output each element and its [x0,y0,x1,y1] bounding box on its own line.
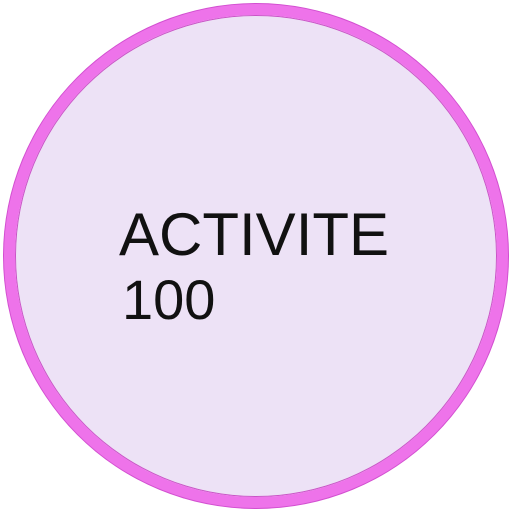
badge-value: 100 [122,268,216,331]
badge-title: ACTIVITE [119,201,390,268]
badge-label: ACTIVITE 100 [119,205,389,328]
badge-canvas: ACTIVITE 100 [0,0,512,512]
